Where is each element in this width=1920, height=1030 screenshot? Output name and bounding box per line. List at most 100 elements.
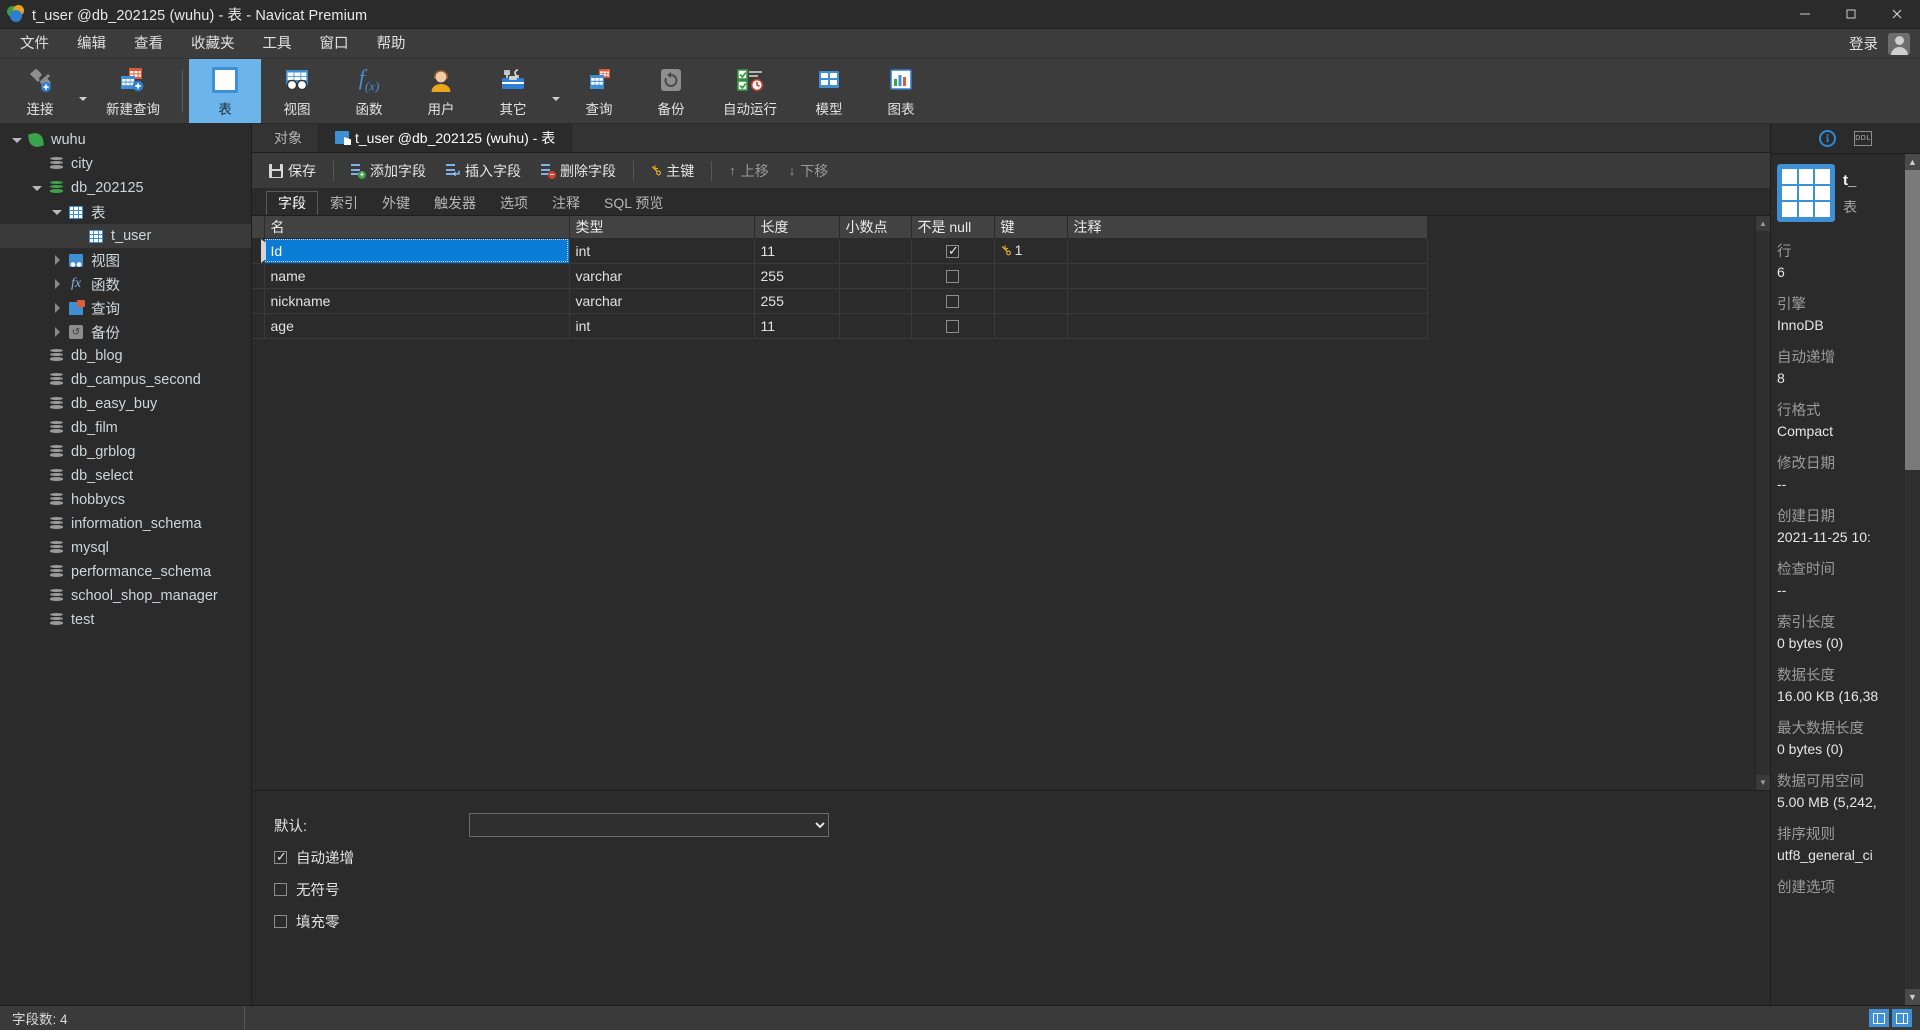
menu-tools[interactable]: 工具 <box>249 29 306 59</box>
cell-field-decimals[interactable] <box>839 263 912 289</box>
tree-node-db-campus-second[interactable]: db_campus_second <box>0 368 251 392</box>
twisty-collapsed-icon[interactable] <box>48 279 66 289</box>
tree-node-functions[interactable]: fx 函数 <box>0 272 251 296</box>
move-up-button[interactable]: ↑ 上移 <box>720 157 778 185</box>
menu-help[interactable]: 帮助 <box>363 29 420 59</box>
subtab-foreign-keys[interactable]: 外键 <box>370 191 422 215</box>
tree-node-db-blog[interactable]: db_blog <box>0 344 251 368</box>
connection-dropdown-caret-icon[interactable] <box>76 59 90 123</box>
menu-view[interactable]: 查看 <box>120 29 177 59</box>
cell-field-name[interactable]: name <box>264 263 570 289</box>
table-row[interactable]: nickname varchar 255 <box>252 288 1428 314</box>
scroll-thumb[interactable] <box>1905 170 1920 470</box>
cell-field-type[interactable]: varchar <box>569 288 755 314</box>
tree-node-wuhu[interactable]: wuhu <box>0 128 251 152</box>
tree-node-db-select[interactable]: db_select <box>0 464 251 488</box>
twisty-expanded-icon[interactable] <box>28 185 46 191</box>
subtab-sql-preview[interactable]: SQL 预览 <box>592 191 675 215</box>
object-tree-sidebar[interactable]: wuhu city db_202125 表 t_user 视图 fx 函数 查询… <box>0 124 252 1005</box>
column-header-type[interactable]: 类型 <box>569 216 755 239</box>
cell-field-notnull[interactable] <box>911 263 995 289</box>
default-value-select[interactable] <box>469 813 829 837</box>
cell-field-key[interactable] <box>994 263 1068 289</box>
split-left-view-button[interactable] <box>1869 1009 1889 1027</box>
column-header-notnull[interactable]: 不是 null <box>911 216 995 239</box>
close-icon[interactable] <box>1874 0 1920 29</box>
unsigned-checkbox[interactable] <box>274 882 287 896</box>
maximize-icon[interactable] <box>1828 0 1874 29</box>
twisty-expanded-icon[interactable] <box>48 209 66 215</box>
zerofill-checkbox[interactable] <box>274 914 287 928</box>
cell-field-key[interactable] <box>994 313 1068 339</box>
twisty-collapsed-icon[interactable] <box>48 327 66 337</box>
cell-field-notnull[interactable] <box>911 288 995 314</box>
add-field-button[interactable]: + 添加字段 <box>342 157 435 185</box>
tree-node-db-easy-buy[interactable]: db_easy_buy <box>0 392 251 416</box>
toolbar-chart[interactable]: 图表 <box>865 59 937 123</box>
scroll-track[interactable] <box>1755 231 1771 775</box>
tree-node-hobbycs[interactable]: hobbycs <box>0 488 251 512</box>
tree-node-queries[interactable]: 查询 <box>0 296 251 320</box>
cell-field-name[interactable]: age <box>264 313 570 339</box>
subtab-indexes[interactable]: 索引 <box>318 191 370 215</box>
subtab-fields[interactable]: 字段 <box>266 191 318 215</box>
tree-node-db-grblog[interactable]: db_grblog <box>0 440 251 464</box>
split-right-view-button[interactable] <box>1892 1009 1912 1027</box>
toolbar-backup[interactable]: 备份 <box>635 59 707 123</box>
scroll-down-icon[interactable]: ▼ <box>1755 775 1771 790</box>
cell-field-decimals[interactable] <box>839 313 912 339</box>
cell-field-comment[interactable] <box>1067 238 1428 264</box>
tree-node-test[interactable]: test <box>0 608 251 632</box>
toolbar-query[interactable]: 查询 <box>563 59 635 123</box>
twisty-collapsed-icon[interactable] <box>48 255 66 265</box>
toolbar-connection[interactable]: 连接 <box>4 59 76 123</box>
avatar[interactable] <box>1888 32 1910 55</box>
cell-field-type[interactable]: int <box>569 238 755 264</box>
scroll-track[interactable] <box>1905 470 1920 989</box>
cell-field-length[interactable]: 11 <box>754 313 840 339</box>
menu-window[interactable]: 窗口 <box>306 29 363 59</box>
fields-grid-scrollbar[interactable]: ▲ ▼ <box>1755 216 1771 790</box>
tree-node-db-film[interactable]: db_film <box>0 416 251 440</box>
column-header-comment[interactable]: 注释 <box>1067 216 1428 239</box>
insert-field-button[interactable]: ↵ 插入字段 <box>437 157 530 185</box>
table-row[interactable]: Id int 11 ⚷ 1 <box>252 238 1428 264</box>
notnull-checkbox[interactable] <box>946 243 959 259</box>
column-header-key[interactable]: 键 <box>994 216 1068 239</box>
delete-field-button[interactable]: − 删除字段 <box>532 157 625 185</box>
notnull-checkbox[interactable] <box>946 295 959 309</box>
subtab-triggers[interactable]: 触发器 <box>422 191 488 215</box>
tree-node-backups[interactable]: ↺ 备份 <box>0 320 251 344</box>
twisty-collapsed-icon[interactable] <box>48 303 66 313</box>
ddl-icon[interactable]: DDL <box>1854 131 1872 146</box>
cell-field-name[interactable]: nickname <box>264 288 570 314</box>
tab-objects[interactable]: 对象 <box>258 123 319 152</box>
menu-file[interactable]: 文件 <box>6 29 63 59</box>
cell-field-decimals[interactable] <box>839 238 912 264</box>
tree-node-information-schema[interactable]: information_schema <box>0 512 251 536</box>
tab-table-designer[interactable]: t_user @db_202125 (wuhu) - 表 <box>319 123 573 152</box>
twisty-expanded-icon[interactable] <box>8 137 26 143</box>
tree-node-views[interactable]: 视图 <box>0 248 251 272</box>
toolbar-function[interactable]: f(x) 函数 <box>333 59 405 123</box>
cell-field-decimals[interactable] <box>839 288 912 314</box>
table-row[interactable]: name varchar 255 <box>252 263 1428 289</box>
tree-node-db-202125[interactable]: db_202125 <box>0 176 251 200</box>
cell-field-length[interactable]: 11 <box>754 238 840 264</box>
toolbar-view[interactable]: 视图 <box>261 59 333 123</box>
cell-field-type[interactable]: varchar <box>569 263 755 289</box>
toolbar-user[interactable]: 用户 <box>405 59 477 123</box>
toolbar-automation[interactable]: 自动运行 <box>707 59 793 123</box>
cell-field-name[interactable]: Id <box>264 238 570 264</box>
cell-field-length[interactable]: 255 <box>754 263 840 289</box>
info-icon[interactable]: i <box>1819 130 1836 147</box>
fields-grid[interactable]: 名 类型 长度 小数点 不是 null 键 注释 Id int 11 ✓ ⚷ 1… <box>252 216 1755 790</box>
notnull-checkbox[interactable] <box>946 320 959 334</box>
cell-field-notnull[interactable] <box>911 238 995 264</box>
tree-node-performance-schema[interactable]: performance_schema <box>0 560 251 584</box>
unsigned-checkbox-line[interactable]: 无符号 <box>274 879 340 900</box>
auto-increment-checkbox-line[interactable]: 自动递增 <box>274 847 354 868</box>
minimize-icon[interactable] <box>1782 0 1828 29</box>
cell-field-comment[interactable] <box>1067 313 1428 339</box>
cell-field-type[interactable]: int <box>569 313 755 339</box>
